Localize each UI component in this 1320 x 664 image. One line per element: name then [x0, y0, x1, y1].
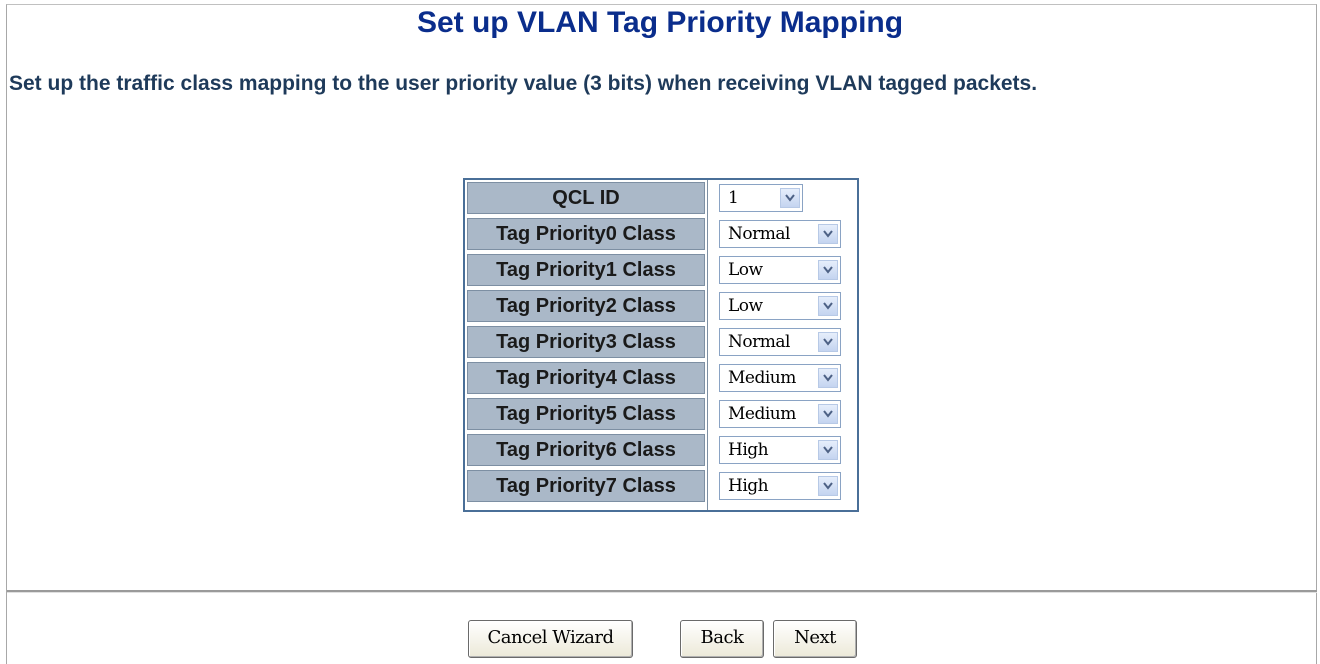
tag-priority-value: Low	[728, 296, 763, 316]
tag-priority-row: Tag Priority7 Class High	[465, 468, 857, 504]
chevron-down-icon[interactable]	[818, 476, 838, 496]
tag-priority-value: High	[728, 476, 769, 496]
chevron-down-icon[interactable]	[818, 260, 838, 280]
tag-priority-label: Tag Priority4 Class	[467, 362, 705, 394]
tag-priority-row: Tag Priority2 Class Low	[465, 288, 857, 324]
tag-priority-row: Tag Priority4 Class Medium	[465, 360, 857, 396]
tag-priority-select[interactable]: High	[719, 472, 841, 500]
tag-priority-value: Low	[728, 260, 763, 280]
page-description: Set up the traffic class mapping to the …	[9, 72, 1038, 95]
chevron-down-icon[interactable]	[818, 404, 838, 424]
cancel-wizard-button[interactable]: Cancel Wizard	[468, 620, 633, 658]
tag-priority-row: Tag Priority5 Class Medium	[465, 396, 857, 432]
next-button[interactable]: Next	[773, 620, 857, 658]
priority-mapping-table: QCL ID 1 Tag Priority0 Class Normal Tag …	[463, 178, 859, 512]
section-divider	[7, 590, 1317, 593]
tag-priority-select[interactable]: Medium	[719, 400, 841, 428]
tag-priority-label: Tag Priority5 Class	[467, 398, 705, 430]
tag-priority-label: Tag Priority7 Class	[467, 470, 705, 502]
chevron-down-icon[interactable]	[818, 440, 838, 460]
tag-priority-value: Normal	[728, 224, 790, 244]
tag-priority-label: Tag Priority2 Class	[467, 290, 705, 322]
tag-priority-label: Tag Priority3 Class	[467, 326, 705, 358]
tag-priority-select[interactable]: Normal	[719, 328, 841, 356]
qcl-id-value: 1	[728, 188, 739, 208]
tag-priority-select[interactable]: High	[719, 436, 841, 464]
tag-priority-select[interactable]: Normal	[719, 220, 841, 248]
tag-priority-value: Medium	[728, 368, 796, 388]
qcl-id-select[interactable]: 1	[719, 184, 803, 212]
tag-priority-label: Tag Priority1 Class	[467, 254, 705, 286]
tag-priority-select[interactable]: Low	[719, 292, 841, 320]
tag-priority-row: Tag Priority6 Class High	[465, 432, 857, 468]
tag-priority-select[interactable]: Medium	[719, 364, 841, 392]
qcl-id-label: QCL ID	[467, 182, 705, 214]
tag-priority-row: Tag Priority0 Class Normal	[465, 216, 857, 252]
tag-priority-label: Tag Priority6 Class	[467, 434, 705, 466]
back-button[interactable]: Back	[680, 620, 764, 658]
tag-priority-value: High	[728, 440, 769, 460]
tag-priority-row: Tag Priority3 Class Normal	[465, 324, 857, 360]
chevron-down-icon[interactable]	[780, 188, 800, 208]
chevron-down-icon[interactable]	[818, 296, 838, 316]
chevron-down-icon[interactable]	[818, 332, 838, 352]
tag-priority-value: Normal	[728, 332, 790, 352]
chevron-down-icon[interactable]	[818, 224, 838, 244]
chevron-down-icon[interactable]	[818, 368, 838, 388]
qcl-id-row: QCL ID 1	[465, 180, 857, 216]
tag-priority-label: Tag Priority0 Class	[467, 218, 705, 250]
tag-priority-row: Tag Priority1 Class Low	[465, 252, 857, 288]
tag-priority-value: Medium	[728, 404, 796, 424]
page-title: Set up VLAN Tag Priority Mapping	[416, 6, 904, 39]
tag-priority-select[interactable]: Low	[719, 256, 841, 284]
